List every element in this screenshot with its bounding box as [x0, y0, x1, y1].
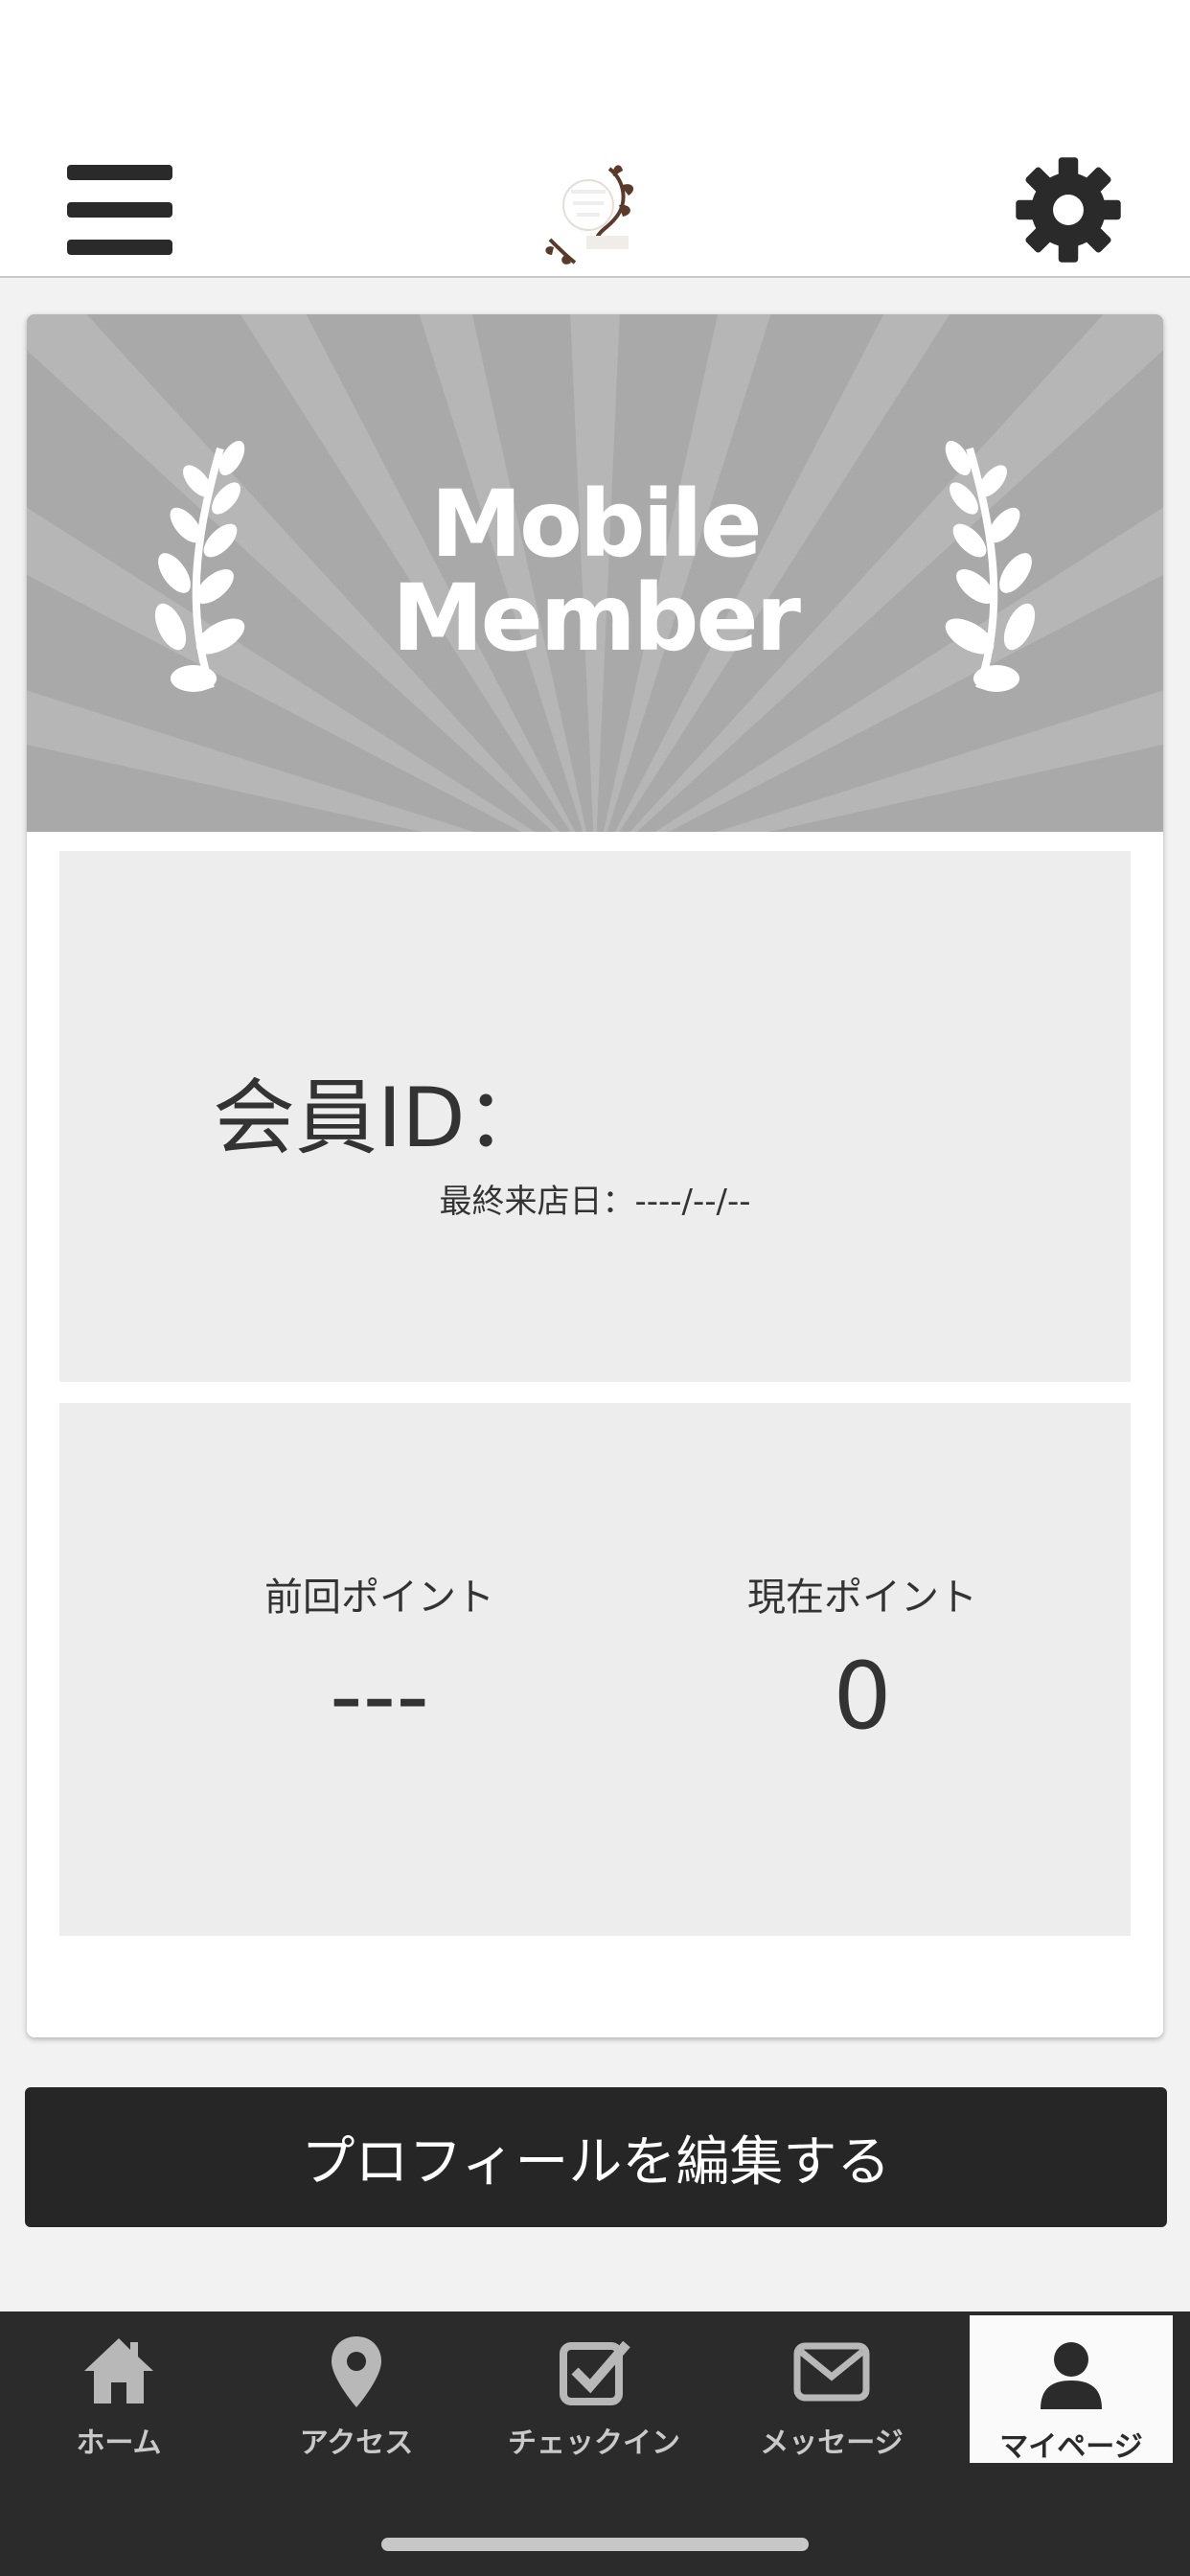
tab-checkin-label: チェックイン: [508, 2426, 680, 2460]
member-info-panel: 会員ID： 最終来店日：----/--/--: [59, 851, 1131, 1382]
points-panel: 前回ポイント --- 現在ポイント 0: [59, 1403, 1131, 1936]
tab-home[interactable]: ホーム: [0, 2312, 238, 2460]
app-header: [0, 134, 1190, 278]
member-id-label: 会員ID：: [213, 1070, 548, 1166]
current-points: 現在ポイント 0: [661, 1566, 1064, 1750]
current-points-label: 現在ポイント: [747, 1576, 977, 1620]
tab-home-label: ホーム: [76, 2426, 162, 2460]
user-icon: [1041, 2342, 1102, 2409]
tab-access[interactable]: アクセス: [238, 2312, 475, 2460]
last-visit-date: 最終来店日：----/--/--: [439, 1183, 751, 1221]
tab-access-label: アクセス: [299, 2426, 414, 2460]
current-points-value: 0: [833, 1643, 892, 1750]
home-indicator[interactable]: [381, 2538, 809, 2551]
member-card: Mobile Member 会員ID： 最終来店日：----/--/-- 前回ポ…: [27, 314, 1163, 2037]
map-pin-icon: [332, 2336, 381, 2407]
hamburger-menu-icon[interactable]: [67, 165, 172, 255]
gear-icon[interactable]: [1014, 155, 1123, 264]
bottom-tab-bar: ホーム アクセス チェックイン メッセージ マイページ: [0, 2312, 1190, 2576]
edit-profile-button[interactable]: プロフィールを編集する: [25, 2087, 1167, 2227]
laurel-icon: [945, 440, 1036, 692]
previous-points-label: 前回ポイント: [264, 1576, 494, 1620]
shop-logo: [545, 165, 634, 264]
member-banner: Mobile Member: [27, 314, 1163, 832]
checkbox-icon: [560, 2340, 630, 2405]
tab-message[interactable]: メッセージ: [713, 2312, 950, 2460]
home-icon: [84, 2338, 153, 2404]
tab-checkin[interactable]: チェックイン: [475, 2312, 713, 2460]
envelope-icon: [793, 2342, 870, 2402]
status-bar: [0, 0, 1190, 134]
tab-mypage-label: マイページ: [999, 2430, 1143, 2464]
previous-points: 前回ポイント ---: [178, 1566, 581, 1750]
previous-points-value: ---: [330, 1643, 429, 1750]
tab-message-label: メッセージ: [760, 2426, 904, 2460]
tab-mypage[interactable]: マイページ: [970, 2315, 1173, 2464]
